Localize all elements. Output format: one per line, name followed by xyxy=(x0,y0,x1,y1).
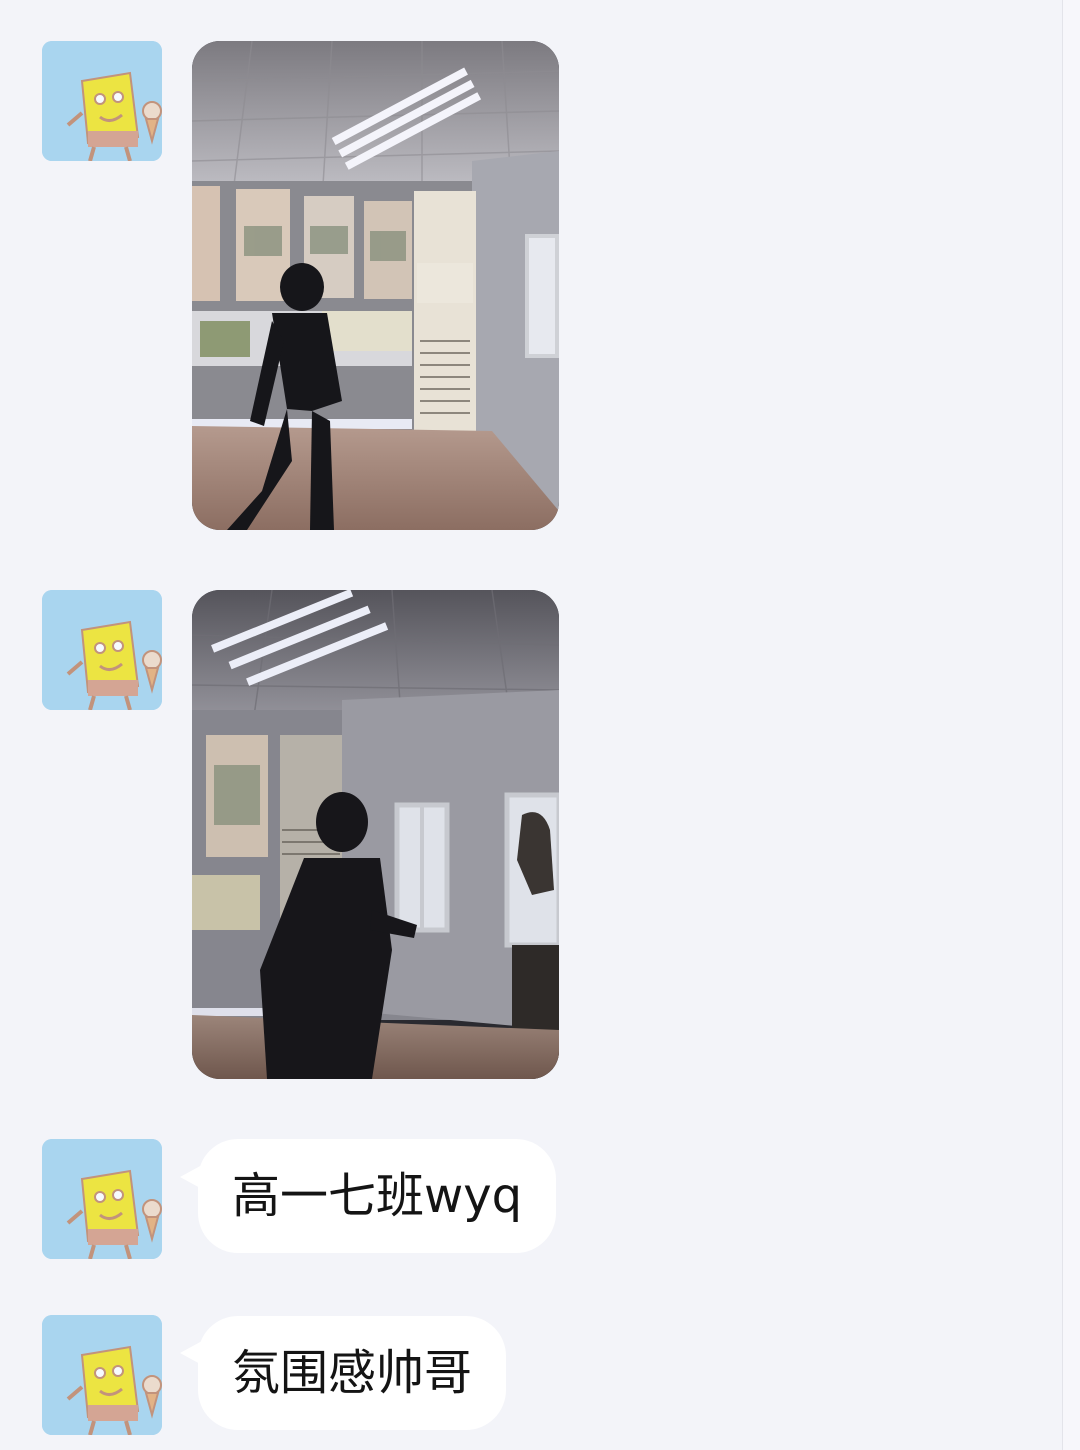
sender-avatar[interactable] xyxy=(42,1315,162,1435)
photo-image xyxy=(192,590,559,1079)
text-message-bubble[interactable]: 高一七班wyq xyxy=(198,1139,557,1253)
sender-avatar[interactable] xyxy=(42,41,162,161)
photo-message[interactable] xyxy=(192,590,559,1079)
photo-image xyxy=(192,41,559,530)
chat-screen: 高一七班wyq 氛围感帅哥 xyxy=(0,0,1080,1450)
message-text: 高一七班wyq xyxy=(232,1168,523,1224)
scrollbar[interactable] xyxy=(1062,0,1080,1450)
sender-avatar[interactable] xyxy=(42,1139,162,1259)
text-message-bubble[interactable]: 氛围感帅哥 xyxy=(198,1316,507,1430)
sponge-cartoon-avatar-icon xyxy=(42,1315,162,1435)
sponge-cartoon-avatar-icon xyxy=(42,590,162,710)
sender-avatar[interactable] xyxy=(42,590,162,710)
sponge-cartoon-avatar-icon xyxy=(42,41,162,161)
photo-message[interactable] xyxy=(192,41,559,530)
sponge-cartoon-avatar-icon xyxy=(42,1139,162,1259)
message-text: 氛围感帅哥 xyxy=(232,1345,473,1401)
